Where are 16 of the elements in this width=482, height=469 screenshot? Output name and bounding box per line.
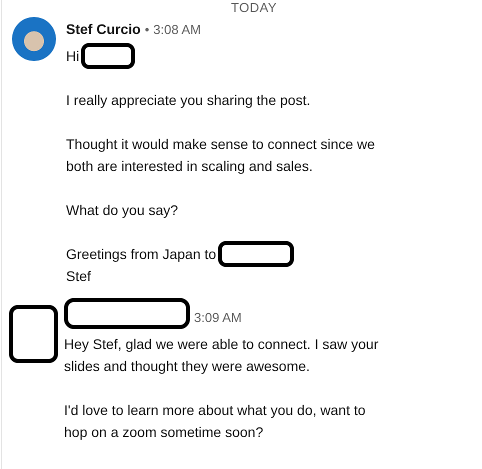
message-text: Thought it would make sense to connect since we: [66, 136, 375, 152]
message-text: Hi: [66, 48, 80, 64]
message-text: both are interested in scaling and sales.: [66, 158, 313, 174]
message-text: What do you say?: [66, 202, 178, 218]
message-text: slides and thought they were awesome.: [64, 358, 310, 374]
day-divider: TODAY: [230, 0, 278, 15]
message-text: hop on a zoom sometime soon?: [64, 424, 264, 440]
message-text: I'd love to learn more about what you do, want to: [64, 402, 366, 418]
message-text: I really appreciate you sharing the post.: [66, 92, 310, 108]
sender-name[interactable]: Stef Curcio: [66, 21, 141, 37]
message-text: Hey Stef, glad we were able to connect. I saw your: [64, 336, 378, 352]
separator-dot: •: [144, 22, 150, 36]
message-time: 3:08 AM: [153, 22, 201, 36]
message-time: 3:09 AM: [194, 310, 242, 324]
message-text: Stef: [66, 268, 91, 284]
message-text: Greetings from Japan to: [66, 246, 216, 262]
